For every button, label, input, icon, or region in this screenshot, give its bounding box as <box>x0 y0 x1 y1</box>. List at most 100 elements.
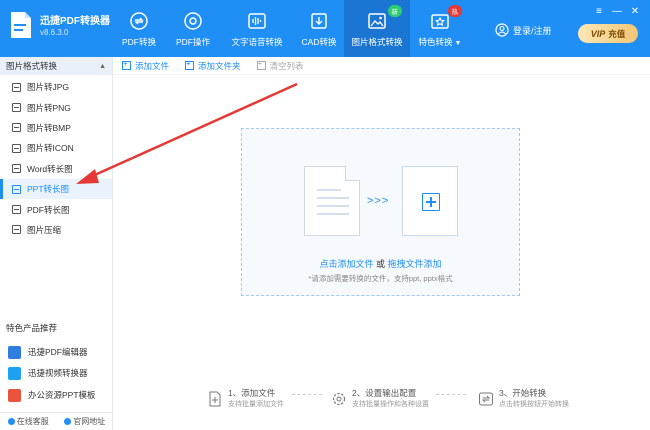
nav-label: 特色转换 ▼ <box>418 37 462 47</box>
product-label: 办公资源PPT模板 <box>28 390 96 400</box>
file-drop-zone[interactable]: >>> 点击添加文件 或 拖拽文件添加 *请添加需要转换的文件，支持ppt, p… <box>241 128 520 296</box>
close-icon[interactable]: ✕ <box>626 4 644 18</box>
add-file-button[interactable]: 添加文件 <box>122 59 169 72</box>
image-file-icon <box>12 82 21 92</box>
image-icon <box>368 13 386 29</box>
step-add-file: 1、添加文件 支持批量添加文件 <box>207 388 284 409</box>
document-icon <box>304 166 360 236</box>
add-folder-icon <box>185 59 195 70</box>
sidebar-item-ppt-long[interactable]: PPT转长图 <box>0 178 112 200</box>
sidebar-item-to-icon[interactable]: 图片转ICON <box>0 138 112 158</box>
featured-title: 特色产品推荐 <box>6 323 58 333</box>
nav-image-convert[interactable]: 新 图片格式转换 <box>344 0 410 57</box>
image-file-icon <box>12 103 21 113</box>
file-toolbar: 添加文件 添加文件夹 清空列表 <box>114 57 650 75</box>
image-file-icon <box>12 143 21 153</box>
sidebar-item-pdf-long[interactable]: PDF转长图 <box>0 199 112 219</box>
pdf-operate-icon <box>184 12 202 30</box>
sidebar-item-compress[interactable]: 图片压缩 <box>0 220 112 240</box>
app-version: v8.6.3.0 <box>40 28 69 37</box>
word-file-icon <box>12 164 21 174</box>
app-header: 迅捷PDF转换器 v8.6.3.0 PDF转换 PDF操作 文字语音转换 CAD… <box>0 0 650 57</box>
add-folder-button[interactable]: 添加文件夹 <box>185 59 241 72</box>
sidebar-item-label: 图片转PNG <box>27 102 71 113</box>
user-icon <box>495 23 509 37</box>
convert-icon <box>479 392 493 405</box>
globe-icon <box>64 418 72 425</box>
sidebar-section-header[interactable]: 图片格式转换 ▲ <box>0 57 112 75</box>
hot-badge: 热 <box>447 5 462 17</box>
gear-icon <box>332 392 346 405</box>
sidebar-item-label: 图片压缩 <box>27 224 62 235</box>
product-ppt-template[interactable]: 办公资源PPT模板 <box>8 386 96 404</box>
cad-icon <box>311 13 327 29</box>
add-target-icon[interactable] <box>402 166 458 236</box>
nav-label: PDF转换 <box>121 37 156 47</box>
vip-tag: VIP <box>590 28 606 39</box>
ppt-template-icon <box>8 388 21 402</box>
plus-icon <box>422 193 440 211</box>
sidebar-item-to-jpg[interactable]: 图片转JPG <box>0 77 112 97</box>
minimize-icon[interactable]: — <box>608 4 626 18</box>
sidebar-item-word-long[interactable]: Word转长图 <box>0 159 112 179</box>
website-link[interactable]: 官网地址 <box>64 416 105 427</box>
compress-icon <box>12 225 21 235</box>
nav-feature[interactable]: 热 特色转换 ▼ <box>410 0 470 57</box>
step-divider <box>292 394 322 395</box>
vip-label: 充值 <box>608 28 626 39</box>
step-start: 3、开始转换 点击转换按钮开始转换 <box>478 388 569 409</box>
product-label: 迅捷视频转换器 <box>28 368 88 378</box>
video-converter-icon <box>8 366 21 380</box>
product-label: 迅捷PDF编辑器 <box>28 347 88 357</box>
ppt-file-icon <box>12 184 21 194</box>
clear-list-button[interactable]: 清空列表 <box>256 59 304 72</box>
drop-instruction: 点击添加文件 或 拖拽文件添加 <box>242 257 519 270</box>
feature-icon <box>431 14 449 29</box>
nav-pdf-convert[interactable]: PDF转换 <box>112 0 166 57</box>
pdf-file-icon <box>12 205 21 215</box>
online-service-link[interactable]: 在线客服 <box>7 416 49 427</box>
sidebar-item-label: 图片转BMP <box>27 122 71 133</box>
sidebar-item-label: PPT转长图 <box>27 184 70 195</box>
add-file-step-icon <box>209 391 221 406</box>
step-desc: 支持批量添加文件 <box>228 401 284 408</box>
product-video-converter[interactable]: 迅捷视频转换器 <box>8 364 88 382</box>
drag-add-file-link[interactable]: 拖拽文件添加 <box>388 259 442 269</box>
login-label: 登录/注册 <box>513 25 552 36</box>
sidebar-item-to-bmp[interactable]: 图片转BMP <box>0 118 112 138</box>
step-settings: 2、设置输出配置 支持批量操作和各种设置 <box>331 388 429 409</box>
sidebar-section-title: 图片格式转换 <box>6 61 58 71</box>
trash-icon <box>256 59 266 70</box>
window-controls: ≡ — ✕ <box>590 4 644 18</box>
nav-voice[interactable]: 文字语音转换 <box>220 0 294 57</box>
sidebar-list: 图片转JPG 图片转PNG 图片转BMP 图片转ICON Word转长图 PPT… <box>0 75 112 240</box>
sidebar-item-label: Word转长图 <box>27 163 73 174</box>
nav-label: 文字语音转换 <box>231 37 283 47</box>
menu-icon[interactable]: ≡ <box>590 4 608 18</box>
sidebar-item-to-png[interactable]: 图片转PNG <box>0 97 112 117</box>
sidebar-item-label: 图片转JPG <box>27 82 70 93</box>
sidebar-item-label: PDF转长图 <box>27 204 70 215</box>
app-logo-icon <box>11 12 31 38</box>
product-pdf-editor[interactable]: 迅捷PDF编辑器 <box>8 343 88 361</box>
sidebar-footer: 在线客服 官网地址 <box>0 412 113 430</box>
app-name: 迅捷PDF转换器 <box>40 16 110 27</box>
pdf-convert-icon <box>130 12 148 30</box>
format-hint: *请添加需要转换的文件，支持ppt, pptx格式 <box>308 274 453 283</box>
step-divider <box>436 394 466 395</box>
image-file-icon <box>12 123 21 133</box>
vip-recharge-button[interactable]: VIP 充值 <box>578 24 638 43</box>
step-title: 2、设置输出配置 <box>352 388 417 398</box>
login-button[interactable]: 登录/注册 <box>495 23 552 37</box>
nav-label: CAD转换 <box>301 37 337 47</box>
service-icon <box>7 418 15 425</box>
add-file-icon <box>122 59 131 70</box>
nav-pdf-operate[interactable]: PDF操作 <box>166 0 220 57</box>
nav-label: PDF操作 <box>175 37 210 47</box>
nav-cad[interactable]: CAD转换 <box>294 0 344 57</box>
pdf-editor-icon <box>8 345 21 359</box>
click-add-file-link[interactable]: 点击添加文件 <box>319 259 373 269</box>
step-desc: 点击转换按钮开始转换 <box>499 401 569 408</box>
or-text: 或 <box>373 259 388 269</box>
new-badge: 新 <box>387 5 402 17</box>
